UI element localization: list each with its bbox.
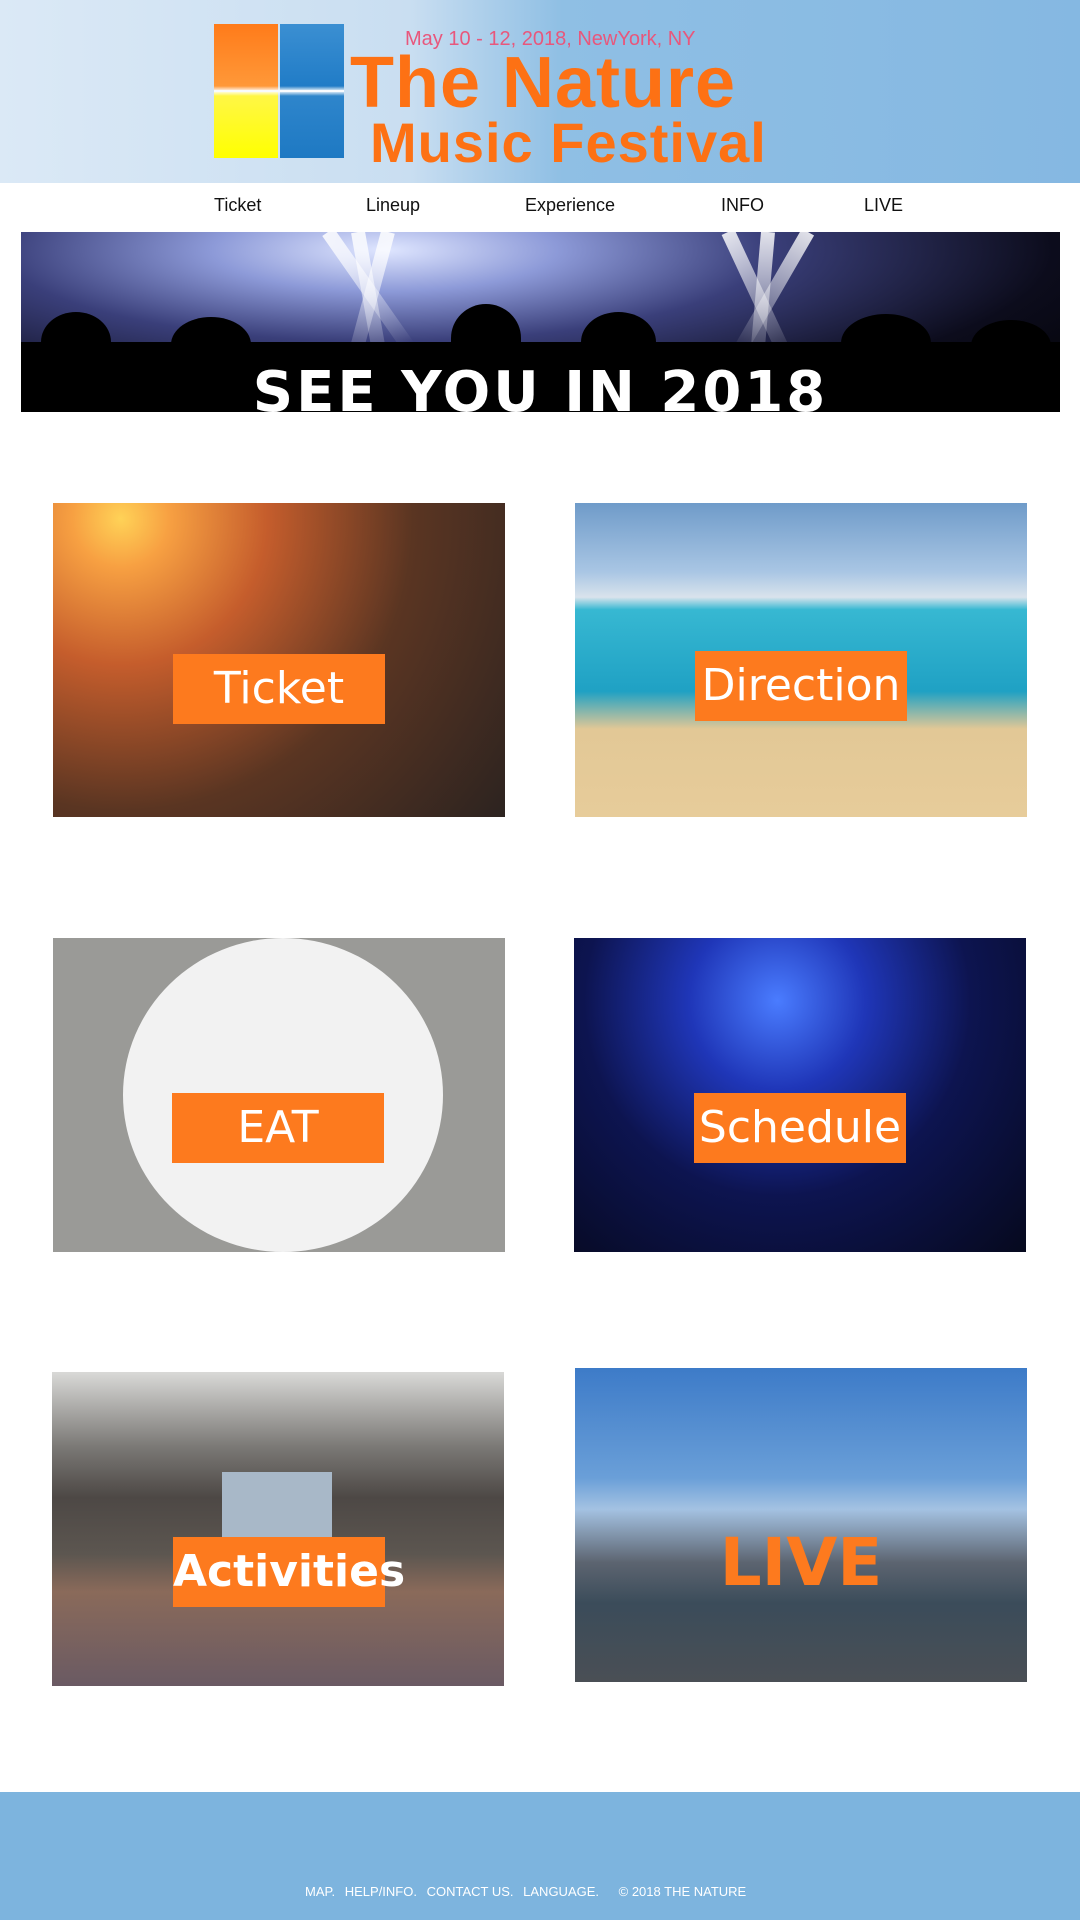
tile-eat[interactable]: EAT — [53, 938, 505, 1252]
tile-direction[interactable]: Direction — [575, 503, 1027, 817]
nav-item-info[interactable]: INFO — [721, 195, 764, 216]
tile-ticket[interactable]: Ticket — [53, 503, 505, 817]
hero-banner: SEE YOU IN 2018 — [21, 232, 1060, 412]
logo-yellow-square — [214, 92, 278, 158]
site-footer: MAP. HELP/INFO. CONTACT US. LANGUAGE. © … — [0, 1792, 1080, 1920]
footer-copyright: © 2018 THE NATURE — [618, 1884, 747, 1899]
tile-schedule-label[interactable]: Schedule — [694, 1093, 906, 1163]
tile-live[interactable]: LIVE — [575, 1368, 1027, 1682]
nav-item-live[interactable]: LIVE — [864, 195, 903, 216]
logo-shine — [214, 86, 344, 96]
nav-item-experience[interactable]: Experience — [525, 195, 615, 216]
main-nav: Ticket Lineup Experience INFO LIVE — [0, 183, 1080, 231]
banner-headline: SEE YOU IN 2018 — [252, 360, 829, 412]
tile-direction-label[interactable]: Direction — [695, 651, 907, 721]
festival-logo[interactable] — [214, 24, 344, 158]
footer-link-help[interactable]: HELP/INFO. — [345, 1884, 417, 1899]
tile-schedule[interactable]: Schedule — [574, 938, 1026, 1252]
nav-item-lineup[interactable]: Lineup — [366, 195, 420, 216]
logo-orange-square — [214, 24, 278, 90]
tile-activities[interactable]: Activities — [52, 1372, 504, 1686]
footer-link-language[interactable]: LANGUAGE. — [523, 1884, 599, 1899]
tile-eat-label[interactable]: EAT — [172, 1093, 384, 1163]
logo-blue-square — [280, 24, 344, 90]
stage-screen-image — [222, 1472, 332, 1547]
site-title-line2: Music Festival — [370, 111, 767, 174]
footer-link-contact[interactable]: CONTACT US. — [427, 1884, 514, 1899]
logo-blue-square-lower — [280, 92, 344, 158]
nav-item-ticket[interactable]: Ticket — [214, 195, 261, 216]
tile-live-label[interactable]: LIVE — [695, 1528, 907, 1598]
site-header: May 10 - 12, 2018, NewYork, NY The Natur… — [0, 0, 1080, 183]
tile-ticket-label[interactable]: Ticket — [173, 654, 385, 724]
footer-link-map[interactable]: MAP. — [305, 1884, 335, 1899]
tile-activities-label[interactable]: Activities — [173, 1537, 405, 1607]
footer-links: MAP. HELP/INFO. CONTACT US. LANGUAGE. © … — [305, 1884, 752, 1899]
